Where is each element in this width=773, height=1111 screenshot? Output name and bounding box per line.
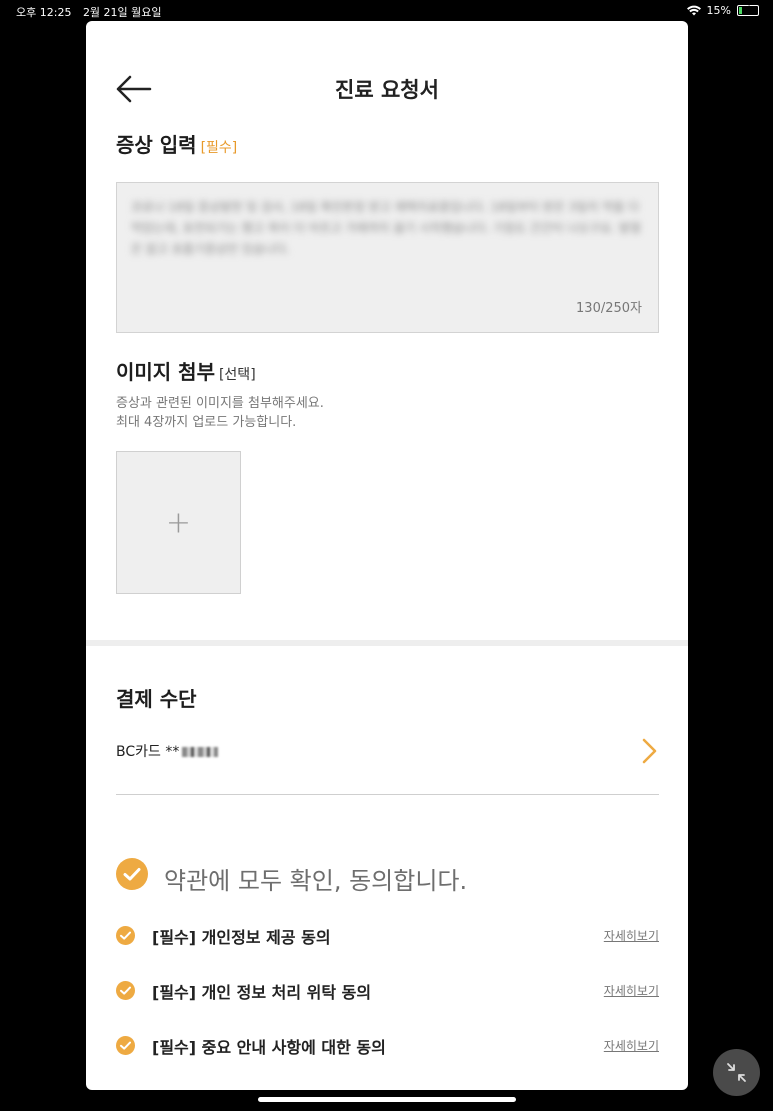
collapse-button[interactable]	[713, 1049, 760, 1096]
status-left: 오후 12:25 2월 21일 월요일	[16, 4, 170, 20]
home-indicator[interactable]	[258, 1097, 516, 1102]
check-circle-icon[interactable]	[116, 981, 135, 1000]
helper-line-1: 증상과 관련된 이미지를 첨부해주세요.	[116, 396, 324, 411]
check-circle-icon[interactable]	[116, 926, 135, 945]
status-bar: 오후 12:25 2월 21일 월요일 15% ⚡	[0, 0, 773, 22]
agree-all-label: 약관에 모두 확인, 동의합니다.	[164, 867, 468, 895]
term-label: [필수] 개인정보 제공 동의	[152, 928, 331, 947]
battery-fill	[739, 7, 742, 14]
header: 진료 요청서	[86, 69, 688, 109]
term-label: [필수] 중요 안내 사항에 대한 동의	[152, 1038, 386, 1057]
symptom-title: 증상 입력	[116, 133, 197, 157]
image-attach-title: 이미지 첨부	[116, 360, 215, 384]
page-title: 진료 요청서	[335, 78, 439, 102]
image-helper-text: 증상과 관련된 이미지를 첨부해주세요. 최대 4장까지 업로드 가능합니다.	[116, 394, 324, 432]
check-circle-icon	[116, 858, 148, 890]
payment-method-row[interactable]: BC카드 **	[116, 737, 659, 795]
payment-card: BC카드 **	[116, 741, 219, 761]
helper-line-2: 최대 4장까지 업로드 가능합니다.	[116, 415, 297, 430]
symptom-input[interactable]: 코로나 18일 증상발현 및 검사, 18일 확진판정 받고 재택치료중입니다.…	[116, 182, 659, 333]
image-section-title: 이미지 첨부 [선택]	[116, 356, 256, 385]
term-row: [필수] 중요 안내 사항에 대한 동의 자세히보기	[116, 1033, 659, 1057]
required-tag: [필수]	[200, 140, 238, 156]
status-time: 오후 12:25	[16, 6, 72, 19]
payment-section-title: 결제 수단	[116, 687, 197, 711]
card-label: BC카드 **	[116, 744, 180, 760]
detail-link[interactable]: 자세히보기	[604, 982, 659, 999]
symptom-text: 코로나 18일 증상발현 및 검사, 18일 확진판정 받고 재택치료중입니다.…	[131, 200, 641, 256]
chevron-right-icon	[642, 738, 657, 764]
detail-link[interactable]: 자세히보기	[604, 927, 659, 944]
symptom-section-title: 증상 입력 [필수]	[116, 129, 237, 158]
add-image-button[interactable]: +	[116, 451, 241, 594]
masked-card-number	[182, 747, 219, 757]
wifi-icon	[686, 5, 701, 16]
battery-icon: ⚡	[737, 4, 759, 16]
collapse-arrows-icon	[727, 1063, 746, 1082]
term-row: [필수] 개인 정보 처리 위탁 동의 자세히보기	[116, 978, 659, 1002]
plus-icon: +	[165, 505, 192, 540]
term-label: [필수] 개인 정보 처리 위탁 동의	[152, 983, 372, 1002]
status-date: 2월 21일 월요일	[82, 6, 162, 19]
section-divider	[86, 640, 688, 646]
optional-tag: [선택]	[218, 367, 256, 383]
check-circle-icon[interactable]	[116, 1036, 135, 1055]
char-count: 130/250자	[576, 301, 642, 316]
detail-link[interactable]: 자세히보기	[604, 1037, 659, 1054]
request-form-sheet: 진료 요청서 증상 입력 [필수] 코로나 18일 증상발현 및 검사, 18일 …	[86, 21, 688, 1090]
status-right: 15% ⚡	[686, 4, 759, 17]
term-row: [필수] 개인정보 제공 동의 자세히보기	[116, 923, 659, 947]
charging-icon: ⚡	[744, 4, 752, 15]
battery-percent: 15%	[706, 4, 731, 17]
